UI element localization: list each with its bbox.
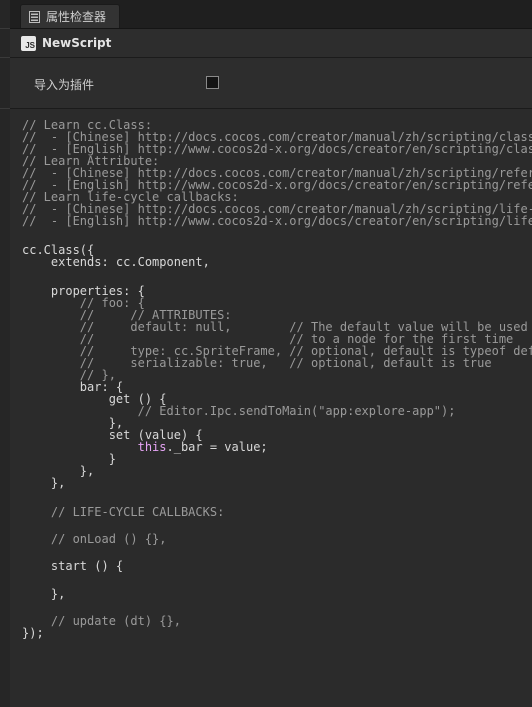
code-text: // Learn cc.Class:// - [Chinese] http://… <box>22 119 532 639</box>
code-line: // update (dt) {}, <box>50 614 181 628</box>
js-file-icon: JS <box>21 35 36 51</box>
inspector-icon <box>29 10 40 23</box>
code-line: }, <box>22 476 66 490</box>
tab-label: 属性检查器 <box>46 10 107 24</box>
tab-inspector[interactable]: 属性检查器 <box>20 4 120 28</box>
code-line: // - [English] http://www.cocos2d-x.org/… <box>22 214 532 228</box>
script-code-view[interactable]: // Learn cc.Class:// - [Chinese] http://… <box>10 109 532 707</box>
asset-title: NewScript <box>42 36 112 50</box>
import-as-plugin-row: 导入为插件 <box>10 58 532 109</box>
panel-tab-bar: 属性检查器 <box>10 0 532 29</box>
code-line: // onLoad () {}, <box>50 532 167 546</box>
code-line: start () { <box>22 559 124 573</box>
code-line: }, <box>22 587 66 601</box>
code-line: }); <box>22 626 44 640</box>
asset-header: JS NewScript <box>10 29 532 58</box>
import-as-plugin-checkbox[interactable] <box>206 76 219 89</box>
code-line: } <box>22 452 116 466</box>
code-line: extends: cc.Component, <box>22 255 210 269</box>
import-as-plugin-label: 导入为插件 <box>34 78 95 92</box>
code-line: }, <box>22 464 95 478</box>
code-line: // LIFE-CYCLE CALLBACKS: <box>50 505 225 519</box>
